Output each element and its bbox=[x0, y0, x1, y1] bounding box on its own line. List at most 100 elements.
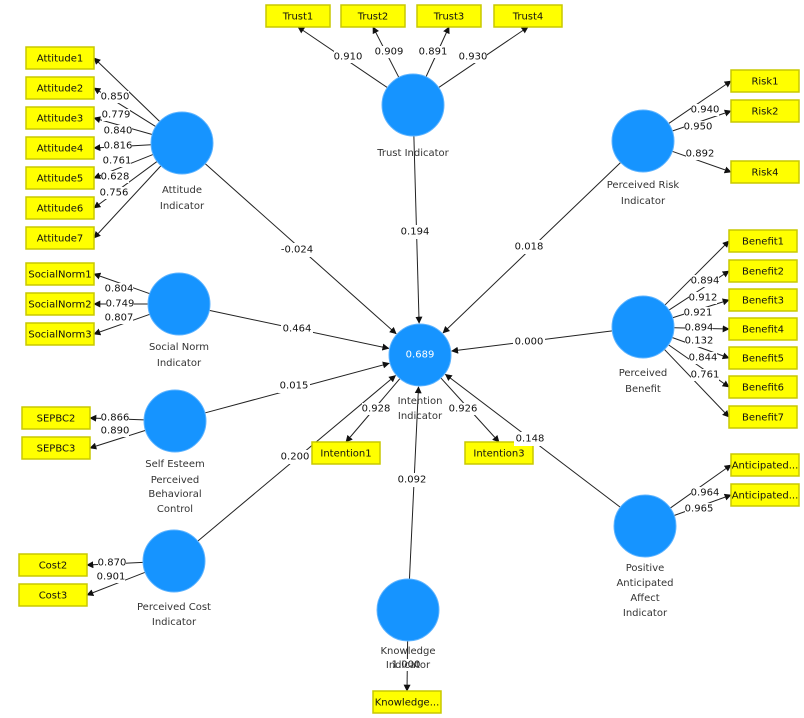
indicator-label: Benefit2 bbox=[742, 267, 784, 278]
indicator-label: SocialNorm2 bbox=[28, 300, 91, 311]
construct-circle[interactable] bbox=[150, 111, 214, 175]
indicator-box[interactable]: Anticipated... bbox=[730, 453, 800, 477]
indicator-box[interactable]: Benefit3 bbox=[728, 288, 798, 312]
indicator-box[interactable]: Benefit4 bbox=[728, 317, 798, 341]
construct-circle[interactable] bbox=[143, 389, 207, 453]
outer-loading-value: 0.807 bbox=[105, 313, 134, 324]
indicator-label: Benefit6 bbox=[742, 383, 784, 394]
construct-label: Positive bbox=[626, 563, 665, 574]
indicator-box[interactable]: Benefit5 bbox=[728, 346, 798, 370]
indicator-label: Benefit7 bbox=[742, 413, 784, 424]
construct-circle[interactable] bbox=[381, 73, 445, 137]
indicator-label: Attitude3 bbox=[37, 114, 83, 125]
outer-loading-value: 0.890 bbox=[101, 426, 130, 437]
construct-label: Indicator bbox=[621, 196, 666, 207]
construct-sepbc[interactable] bbox=[143, 389, 207, 453]
indicator-box[interactable]: Cost2 bbox=[18, 553, 88, 577]
path-coefficient-knowledge: 0.092 bbox=[398, 475, 427, 486]
indicator-box[interactable]: SocialNorm2 bbox=[25, 292, 95, 316]
indicator-box[interactable]: Attitude7 bbox=[25, 226, 95, 250]
construct-label: Attitude bbox=[162, 185, 202, 196]
construct-circle[interactable] bbox=[376, 578, 440, 642]
indicator-box[interactable]: Attitude2 bbox=[25, 76, 95, 100]
indicator-box[interactable]: Trust4 bbox=[493, 4, 563, 28]
construct-circle[interactable] bbox=[142, 529, 206, 593]
indicator-box[interactable]: Benefit2 bbox=[728, 259, 798, 283]
indicator-box[interactable]: Attitude3 bbox=[25, 106, 95, 130]
construct-attitude[interactable] bbox=[150, 111, 214, 175]
indicator-label: SEPBC3 bbox=[37, 444, 76, 455]
indicator-label: SEPBC2 bbox=[37, 414, 76, 425]
outer-loading-value: 0.912 bbox=[689, 293, 718, 304]
indicator-box[interactable]: Risk4 bbox=[730, 160, 800, 184]
indicator-box[interactable]: Attitude5 bbox=[25, 166, 95, 190]
path-coefficient-sepbc: 0.015 bbox=[280, 381, 309, 392]
construct-benefit[interactable] bbox=[611, 295, 675, 359]
construct-label: Trust Indicator bbox=[376, 148, 449, 159]
indicator-box[interactable]: Trust1 bbox=[265, 4, 331, 28]
indicator-box[interactable]: Benefit6 bbox=[728, 375, 798, 399]
indicator-box[interactable]: Trust2 bbox=[340, 4, 406, 28]
indicator-label: Trust4 bbox=[512, 12, 544, 23]
indicator-box[interactable]: SEPBC3 bbox=[21, 436, 91, 460]
construct-circle[interactable] bbox=[147, 272, 211, 336]
construct-trust[interactable] bbox=[381, 73, 445, 137]
path-coefficient-risk: 0.018 bbox=[515, 242, 544, 253]
outer-loading-value: 0.132 bbox=[685, 336, 714, 347]
indicator-box[interactable]: Attitude1 bbox=[25, 46, 95, 70]
outer-loading-value: 0.940 bbox=[691, 105, 720, 116]
indicator-box[interactable]: Anticipated... bbox=[730, 483, 800, 507]
construct-label: Indicator bbox=[623, 608, 668, 619]
construct-circle[interactable] bbox=[611, 109, 675, 173]
construct-social[interactable] bbox=[147, 272, 211, 336]
indicator-box[interactable]: Cost3 bbox=[18, 583, 88, 607]
construct-cost[interactable] bbox=[142, 529, 206, 593]
construct-label: Indicator bbox=[157, 358, 202, 369]
outer-loading-value: 0.950 bbox=[684, 122, 713, 133]
path-coefficient-social: 0.464 bbox=[283, 324, 312, 335]
construct-knowledge[interactable] bbox=[376, 578, 440, 642]
construct-paa[interactable] bbox=[613, 494, 677, 558]
outer-loading-value: 0.928 bbox=[362, 404, 391, 415]
indicator-box[interactable]: Risk1 bbox=[730, 69, 800, 93]
indicator-label: Cost3 bbox=[39, 591, 68, 602]
outer-loading-value: 0.628 bbox=[101, 172, 130, 183]
indicator-box[interactable]: Risk2 bbox=[730, 99, 800, 123]
construct-circle[interactable] bbox=[613, 494, 677, 558]
construct-circle[interactable] bbox=[611, 295, 675, 359]
indicator-label: Attitude6 bbox=[37, 204, 83, 215]
indicator-box[interactable]: SEPBC2 bbox=[21, 406, 91, 430]
indicator-box[interactable]: Attitude4 bbox=[25, 136, 95, 160]
construct-intention[interactable]: 0.689 bbox=[388, 323, 452, 387]
indicator-box[interactable]: SocialNorm3 bbox=[25, 322, 95, 346]
indicator-label: Intention3 bbox=[473, 449, 524, 460]
path-coefficient-cost: 0.200 bbox=[281, 452, 310, 463]
indicator-box[interactable]: Benefit7 bbox=[728, 405, 798, 429]
outer-loading-value: 0.901 bbox=[97, 572, 126, 583]
loading-arrow-attitude[interactable] bbox=[93, 161, 158, 209]
construct-label: Perceived bbox=[619, 368, 668, 379]
indicator-box[interactable]: Trust3 bbox=[416, 4, 482, 28]
construct-label: Self Esteem bbox=[145, 459, 204, 470]
construct-risk[interactable] bbox=[611, 109, 675, 173]
construct-label: Social Norm bbox=[149, 342, 209, 353]
indicator-label: Trust2 bbox=[357, 12, 389, 23]
outer-loading-value: 0.870 bbox=[98, 558, 127, 569]
path-coefficient-paa: 0.148 bbox=[516, 434, 545, 445]
indicator-label: Cost2 bbox=[39, 561, 68, 572]
path-coefficient-benefit: 0.000 bbox=[515, 337, 544, 348]
indicator-label: Intention1 bbox=[320, 449, 371, 460]
loading-arrow-risk[interactable] bbox=[668, 80, 732, 124]
path-coefficient-attitude: -0.024 bbox=[281, 245, 313, 256]
outer-loading-value: 0.816 bbox=[104, 141, 133, 152]
indicator-box[interactable]: SocialNorm1 bbox=[25, 262, 95, 286]
construct-label: Indicator bbox=[398, 411, 443, 422]
indicator-box[interactable]: Knowledge... bbox=[372, 690, 442, 714]
indicator-box[interactable]: Benefit1 bbox=[728, 229, 798, 253]
indicator-label: Risk4 bbox=[751, 168, 778, 179]
indicator-label: Trust3 bbox=[433, 12, 465, 23]
outer-loading-value: 0.921 bbox=[684, 308, 713, 319]
indicator-box[interactable]: Intention1 bbox=[311, 441, 381, 465]
outer-loading-value: 0.910 bbox=[334, 52, 363, 63]
indicator-box[interactable]: Attitude6 bbox=[25, 196, 95, 220]
